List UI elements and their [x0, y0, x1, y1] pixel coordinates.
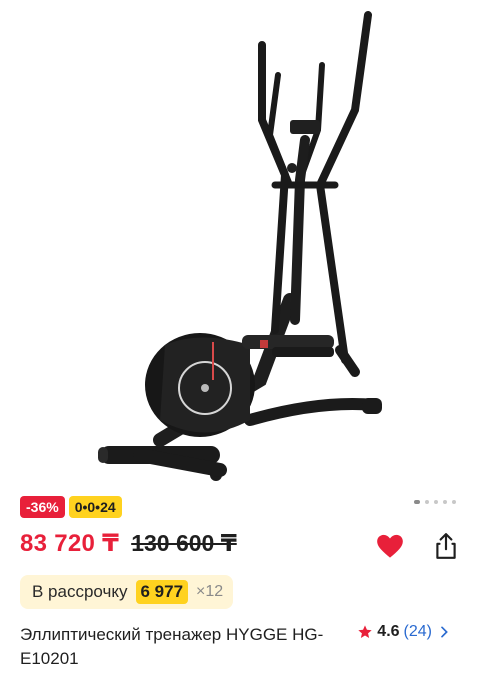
badge-row: -36% 0•0•24 — [20, 496, 122, 518]
gallery-dot[interactable] — [452, 500, 456, 504]
rating-value: 4.6 — [377, 623, 400, 640]
chevron-right-icon — [441, 626, 448, 638]
product-actions — [376, 532, 460, 560]
current-price: 83 720 ₸ — [20, 530, 120, 557]
installment-amount: 6 977 — [135, 580, 189, 604]
star-icon — [358, 625, 372, 638]
installment-badge: 0•0•24 — [68, 496, 122, 518]
product-title: Эллиптический тренажер HYGGE HG-E10201 — [20, 625, 324, 668]
elliptical-trainer-image — [98, 11, 382, 481]
product-title-row: Эллиптический тренажер HYGGE HG-E10201 4… — [20, 623, 460, 671]
share-icon[interactable] — [432, 532, 460, 560]
gallery-dot[interactable] — [443, 500, 447, 504]
rating-count: (24) — [403, 623, 432, 640]
product-image-gallery[interactable] — [0, 0, 480, 504]
installment-label: В рассрочку — [32, 582, 128, 601]
rating-link[interactable]: 4.6 (24) — [357, 623, 452, 641]
old-price: 130 600 ₸ — [131, 530, 237, 556]
price-row: 83 720 ₸ 130 600 ₸ — [20, 529, 237, 558]
installment-banner[interactable]: В рассрочку 6 977 ×12 — [20, 575, 234, 609]
gallery-dot[interactable] — [414, 500, 420, 504]
gallery-dot[interactable] — [425, 500, 429, 504]
gallery-pagination[interactable] — [414, 500, 456, 504]
discount-badge: -36% — [20, 496, 65, 518]
installment-multiplier: ×12 — [196, 583, 224, 600]
heart-icon[interactable] — [376, 532, 404, 560]
gallery-dot[interactable] — [434, 500, 438, 504]
